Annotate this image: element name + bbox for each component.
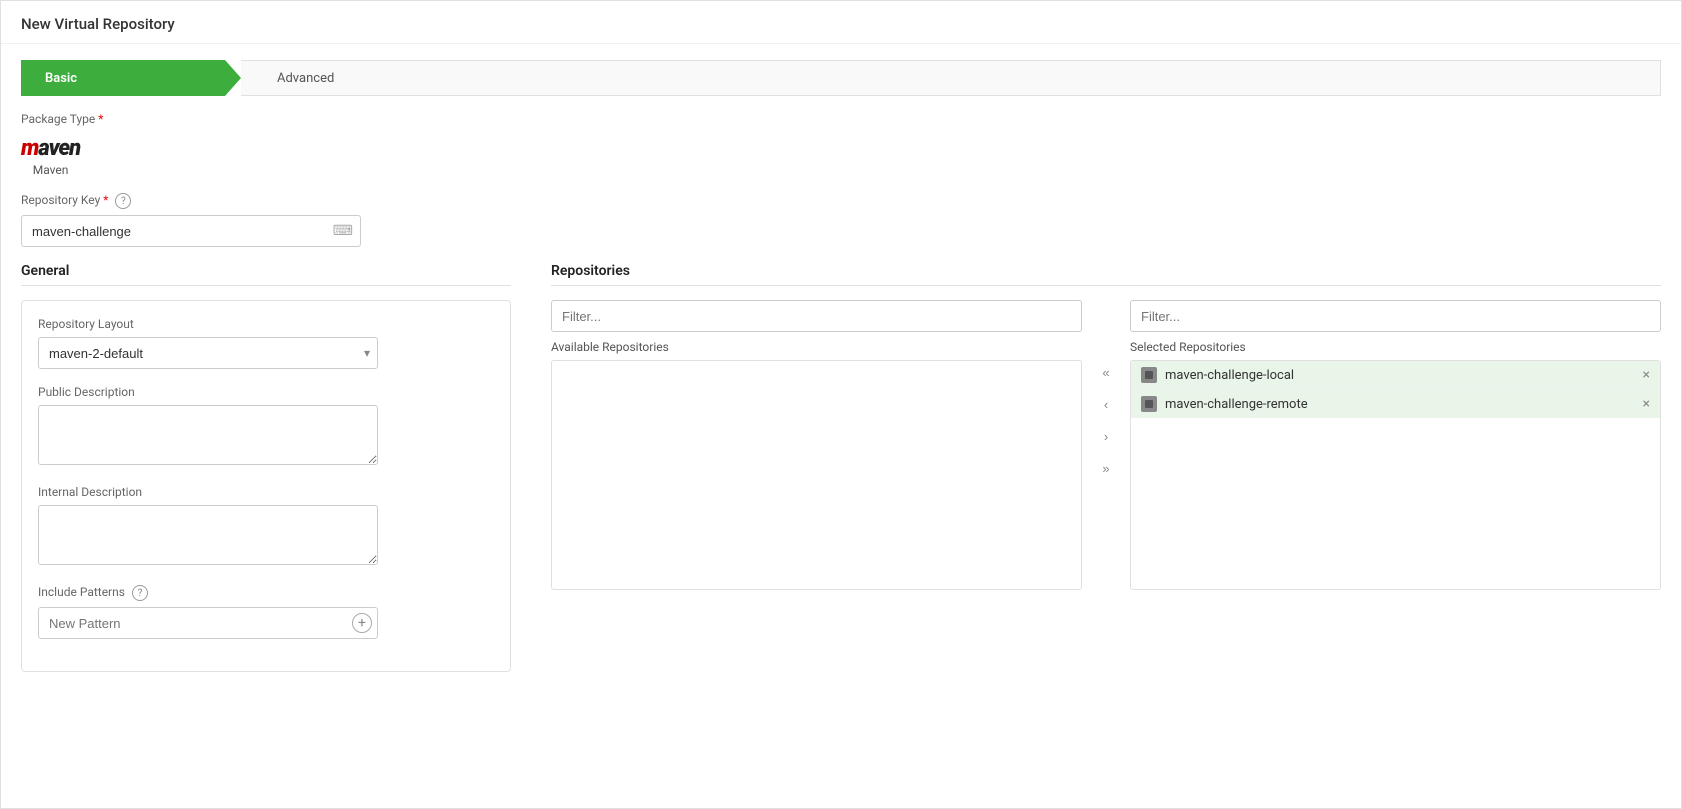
internal-description-field: Internal Description: [38, 485, 494, 569]
pattern-input-wrapper: +: [38, 607, 378, 639]
public-description-field: Public Description: [38, 385, 494, 469]
include-patterns-label: Include Patterns ?: [38, 585, 494, 601]
step-basic[interactable]: Basic: [21, 60, 241, 96]
list-item[interactable]: maven-challenge-remote ×: [1131, 390, 1660, 418]
maven-logo[interactable]: maven Maven: [21, 136, 80, 177]
repo-item-name: maven-challenge-remote: [1165, 397, 1637, 412]
repositories-layout: Available Repositories « ‹ › » Selected …: [551, 300, 1661, 590]
move-left-button[interactable]: ‹: [1094, 392, 1118, 416]
general-section-title: General: [21, 263, 511, 286]
include-patterns-input[interactable]: [38, 607, 378, 639]
internal-description-label: Internal Description: [38, 485, 494, 499]
public-description-label: Public Description: [38, 385, 494, 399]
available-filter-input[interactable]: [551, 300, 1082, 332]
list-item[interactable]: maven-challenge-local ×: [1131, 361, 1660, 390]
page-container: New Virtual Repository Basic Advanced Pa…: [0, 0, 1682, 809]
include-patterns-field: Include Patterns ? +: [38, 585, 494, 639]
two-column-layout: General Repository Layout maven-2-defaul…: [21, 263, 1661, 672]
available-repos-label: Available Repositories: [551, 340, 1082, 354]
maven-logo-section: maven Maven: [21, 136, 1661, 177]
move-all-left-button[interactable]: «: [1094, 360, 1118, 384]
left-column: General Repository Layout maven-2-defaul…: [21, 263, 511, 672]
selected-repos-panel: Selected Repositories maven-challenge-lo…: [1130, 300, 1661, 590]
repository-key-help-icon[interactable]: ?: [115, 193, 131, 209]
repository-layout-select[interactable]: maven-2-default simple-default ivy-defau…: [38, 337, 378, 369]
package-type-section: Package Type * maven Maven: [21, 112, 1661, 177]
repository-layout-label: Repository Layout: [38, 317, 494, 331]
selected-repos-list: maven-challenge-local × maven-challenge-…: [1130, 360, 1661, 590]
available-repos-panel: Available Repositories: [551, 300, 1082, 590]
main-content: Package Type * maven Maven Repository Ke…: [1, 112, 1681, 692]
internal-description-input[interactable]: [38, 505, 378, 565]
remove-repo-button[interactable]: ×: [1643, 367, 1650, 383]
repo-item-name: maven-challenge-local: [1165, 368, 1637, 383]
move-all-right-button[interactable]: »: [1094, 456, 1118, 480]
repository-layout-field: Repository Layout maven-2-default simple…: [38, 317, 494, 369]
repos-arrows: « ‹ › »: [1082, 300, 1130, 480]
repository-layout-select-wrapper: maven-2-default simple-default ivy-defau…: [38, 337, 378, 369]
repository-key-label: Repository Key * ?: [21, 193, 1661, 209]
package-type-label: Package Type *: [21, 112, 1661, 126]
keyboard-icon: ⌨: [333, 223, 353, 239]
repo-icon: [1141, 396, 1157, 412]
page-title: New Virtual Repository: [1, 1, 1681, 44]
include-patterns-help-icon[interactable]: ?: [132, 585, 148, 601]
right-column: Repositories Available Repositories « ‹ …: [551, 263, 1661, 590]
repository-key-input-wrapper: ⌨: [21, 215, 361, 247]
add-pattern-button[interactable]: +: [352, 613, 372, 633]
maven-logo-image: maven: [21, 136, 80, 161]
step-advanced[interactable]: Advanced: [241, 60, 1661, 96]
maven-logo-label: Maven: [33, 163, 69, 177]
public-description-input[interactable]: [38, 405, 378, 465]
repository-key-input[interactable]: [21, 215, 361, 247]
repositories-section-title: Repositories: [551, 263, 1661, 286]
repository-key-section: Repository Key * ? ⌨: [21, 193, 1661, 247]
step-bar: Basic Advanced: [21, 60, 1661, 96]
general-box: Repository Layout maven-2-default simple…: [21, 300, 511, 672]
available-repos-list: [551, 360, 1082, 590]
selected-filter-input[interactable]: [1130, 300, 1661, 332]
repo-icon: [1141, 367, 1157, 383]
selected-repos-label: Selected Repositories: [1130, 340, 1661, 354]
move-right-button[interactable]: ›: [1094, 424, 1118, 448]
remove-repo-button[interactable]: ×: [1643, 396, 1650, 412]
